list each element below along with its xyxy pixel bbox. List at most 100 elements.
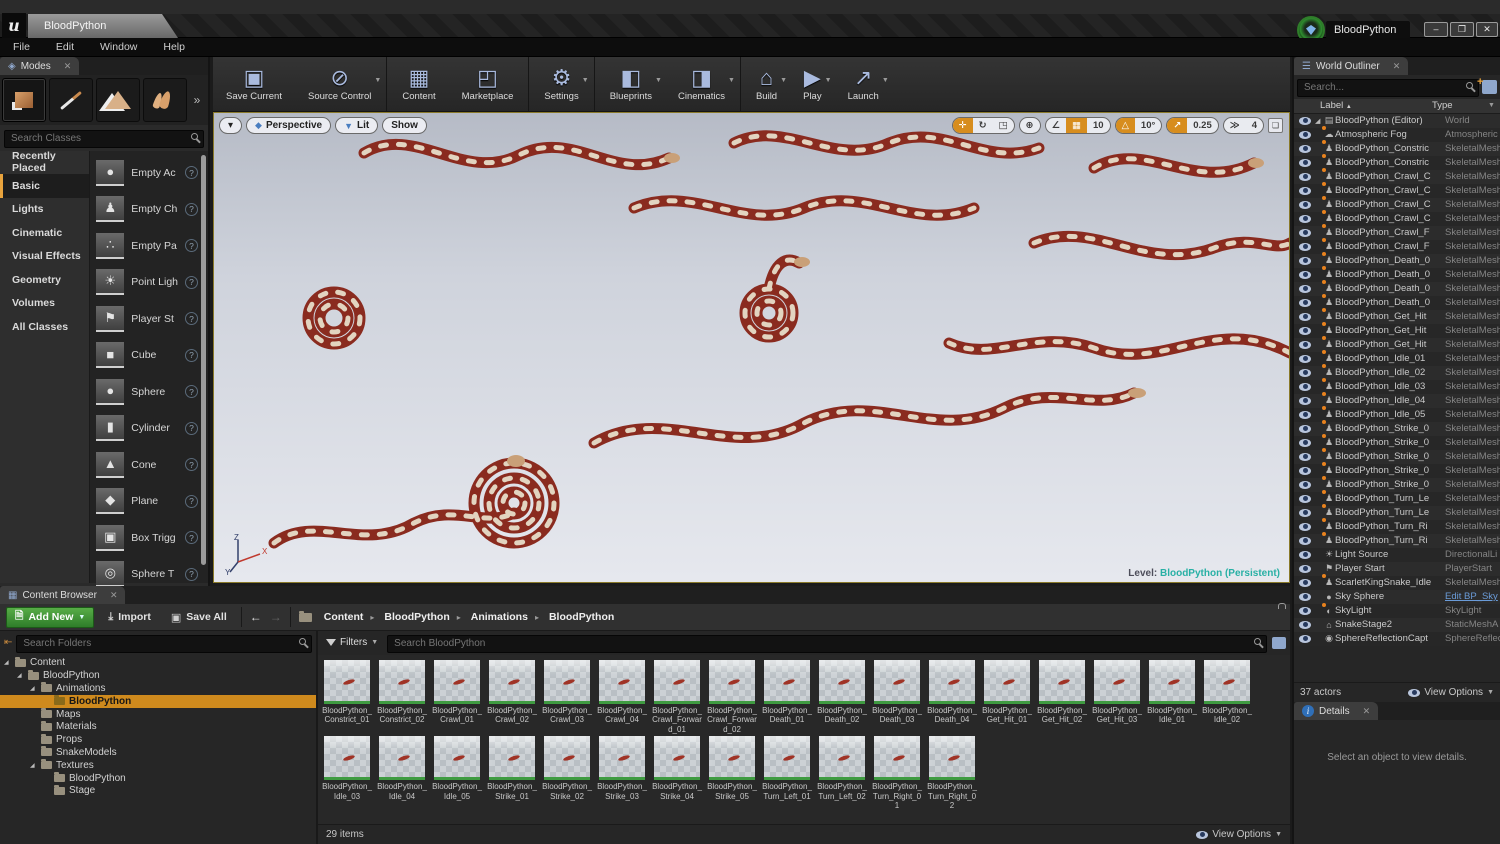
world-outliner-tab[interactable]: ☰ World Outliner ✕ <box>1294 57 1409 75</box>
folder-tree-item[interactable]: ◢ BloodPython <box>0 669 316 682</box>
placeable-item[interactable]: ▮ Cylinder ? <box>96 410 198 447</box>
asset-tile[interactable]: BloodPython_Strike_03 <box>595 734 649 811</box>
outliner-view-options-button[interactable]: View Options ▼ <box>1408 687 1494 698</box>
world-local-toggle[interactable]: ⊕ <box>1020 118 1040 133</box>
visibility-eye-icon[interactable] <box>1299 620 1311 629</box>
folder-tree-item[interactable]: ◢ Textures <box>0 759 316 772</box>
asset-tile[interactable]: BloodPython_Crawl_02 <box>485 658 539 735</box>
content-view-options-button[interactable]: View Options ▼ <box>1196 829 1282 840</box>
save-all-button[interactable]: ▣ Save All <box>165 611 233 624</box>
toolbar-button[interactable]: ⚙ Settings ▼ <box>528 57 591 111</box>
visibility-eye-icon[interactable] <box>1299 214 1311 223</box>
filters-button[interactable]: Filters ▼ <box>322 637 382 648</box>
mode-category[interactable]: Lights <box>0 198 89 222</box>
asset-tile[interactable]: BloodPython_Crawl_01 <box>430 658 484 735</box>
menu-item[interactable]: Help <box>150 41 198 53</box>
visibility-eye-icon[interactable] <box>1299 606 1311 615</box>
toolbar-button[interactable]: ▶ Play ▼ <box>790 57 834 111</box>
label-column-header[interactable]: Label ▲ <box>1294 100 1432 111</box>
visibility-eye-icon[interactable] <box>1299 382 1311 391</box>
help-icon[interactable]: ? <box>185 531 198 545</box>
visibility-eye-icon[interactable] <box>1299 186 1311 195</box>
details-tab[interactable]: i Details ✕ <box>1294 702 1379 720</box>
mode-category[interactable]: Geometry <box>0 268 89 292</box>
menu-item[interactable]: Window <box>87 41 150 53</box>
placeable-item[interactable]: ● Sphere ? <box>96 374 198 411</box>
visibility-eye-icon[interactable] <box>1299 284 1311 293</box>
visibility-eye-icon[interactable] <box>1299 228 1311 237</box>
view-mode-button[interactable]: ▼ Lit <box>335 117 379 134</box>
asset-tile[interactable]: BloodPython_Crawl_Forward_01 <box>650 658 704 735</box>
visibility-eye-icon[interactable] <box>1299 312 1311 321</box>
asset-tile[interactable]: BloodPython_Strike_04 <box>650 734 704 811</box>
asset-tile[interactable]: BloodPython_Turn_Left_01 <box>760 734 814 811</box>
close-icon[interactable]: ✕ <box>1393 61 1401 72</box>
toolbar-button[interactable]: ▦ Content <box>386 57 448 111</box>
back-button[interactable]: ← <box>250 610 262 624</box>
mode-tab[interactable] <box>49 78 93 122</box>
toolbar-button[interactable]: ◰ Marketplace <box>449 57 527 111</box>
asset-tile[interactable]: BloodPython_Get_Hit_03 <box>1090 658 1144 735</box>
outliner-row[interactable]: ◢ ● Sky Sphere Edit BP_Sky <box>1294 589 1500 604</box>
lock-icon[interactable] <box>1276 608 1284 626</box>
camera-speed-icon[interactable]: ≫ <box>1224 118 1246 133</box>
viewport-options-button[interactable]: ▾ <box>219 117 243 134</box>
add-new-button[interactable]: 🗎 Add New ▼ <box>6 606 95 628</box>
camera-mode-button[interactable]: ◆ Perspective <box>246 117 332 134</box>
breadcrumb-item[interactable]: Content <box>320 611 379 623</box>
restore-button[interactable]: ❐ <box>1450 22 1474 37</box>
asset-tile[interactable]: BloodPython_Crawl_Forward_02 <box>705 658 759 735</box>
asset-tile[interactable]: BloodPython_Turn_Left_02 <box>815 734 869 811</box>
asset-tile[interactable]: BloodPython_Strike_02 <box>540 734 594 811</box>
asset-tile[interactable]: BloodPython_Death_01 <box>760 658 814 735</box>
breadcrumb-item[interactable]: BloodPython <box>380 611 464 623</box>
visibility-eye-icon[interactable] <box>1299 340 1311 349</box>
placeable-item[interactable]: ∴ Empty Pa ? <box>96 228 198 265</box>
outliner-search-input[interactable] <box>1297 78 1479 97</box>
grid-snap-value[interactable]: 10 <box>1087 118 1110 133</box>
asset-tile[interactable]: BloodPython_Constrict_01 <box>320 658 374 735</box>
folder-tree-item[interactable]: ◢ BloodPython <box>0 694 316 708</box>
placeable-item[interactable]: ■ Cube ? <box>96 337 198 374</box>
save-search-icon[interactable] <box>1272 636 1286 649</box>
chevron-down-icon[interactable]: ▼ <box>780 77 787 84</box>
mode-category[interactable]: Recently Placed <box>0 150 89 174</box>
expand-arrow-icon[interactable]: ◢ <box>1315 117 1323 125</box>
toolbar-button[interactable]: ↗ Launch ▼ <box>835 57 892 111</box>
visibility-eye-icon[interactable] <box>1299 144 1311 153</box>
visibility-eye-icon[interactable] <box>1299 466 1311 475</box>
mode-tab[interactable] <box>143 78 187 122</box>
toolbar-button[interactable]: ⌂ Build ▼ <box>739 57 790 111</box>
outliner-row[interactable]: ◢ ◐ SkyLight SkyLight <box>1294 602 1500 618</box>
placeable-item[interactable]: ▣ Box Trigg ? <box>96 520 198 557</box>
asset-tile[interactable]: BloodPython_Crawl_03 <box>540 658 594 735</box>
move-tool-button[interactable]: ✛ <box>952 118 973 133</box>
mode-category[interactable]: Cinematic <box>0 221 89 245</box>
folder-tree-item[interactable]: ◢ Content <box>0 656 316 670</box>
folder-tree-item[interactable]: ◢ SnakeModels <box>0 746 316 759</box>
asset-tile[interactable]: BloodPython_Strike_05 <box>705 734 759 811</box>
collapse-sources-icon[interactable]: ⇤ <box>4 637 12 648</box>
visibility-eye-icon[interactable] <box>1299 116 1311 125</box>
content-browser-tab[interactable]: ▦ Content Browser ✕ <box>0 586 126 604</box>
placeable-item[interactable]: ◆ Plane ? <box>96 483 198 520</box>
asset-tile[interactable]: BloodPython_Death_02 <box>815 658 869 735</box>
surface-snap-button[interactable]: ∠ <box>1046 118 1067 133</box>
help-icon[interactable]: ? <box>185 239 198 253</box>
outliner-row[interactable]: ◢ ♟ BloodPython_Turn_Ri SkeletalMesh <box>1294 532 1500 548</box>
folder-tree-item[interactable]: ◢ Materials <box>0 720 316 733</box>
visibility-eye-icon[interactable] <box>1299 158 1311 167</box>
asset-tile[interactable]: BloodPython_Idle_02 <box>1200 658 1254 735</box>
rotation-snap-value[interactable]: 10° <box>1135 118 1161 133</box>
visibility-eye-icon[interactable] <box>1299 256 1311 265</box>
placeable-item[interactable]: ● Empty Ac ? <box>96 155 198 192</box>
scale-tool-button[interactable]: ◳ <box>993 118 1014 133</box>
help-icon[interactable]: ? <box>185 202 198 216</box>
visibility-eye-icon[interactable] <box>1299 550 1311 559</box>
level-name-link[interactable]: BloodPython (Persistent) <box>1160 568 1280 579</box>
toolbar-button[interactable]: ▣ Save Current <box>213 57 295 111</box>
visibility-eye-icon[interactable] <box>1299 270 1311 279</box>
visibility-eye-icon[interactable] <box>1299 368 1311 377</box>
folder-tree-item[interactable]: ◢ Animations <box>0 682 316 695</box>
asset-tile[interactable]: BloodPython_Death_03 <box>870 658 924 735</box>
